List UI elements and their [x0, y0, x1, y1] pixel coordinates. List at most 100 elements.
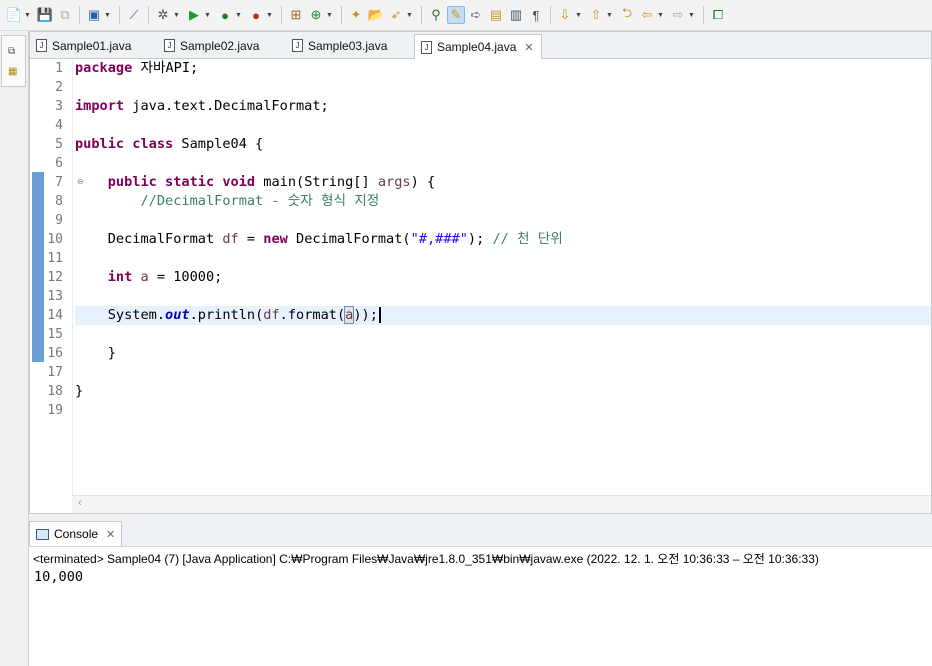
variable: a	[140, 269, 149, 285]
toolbar-separator	[341, 6, 342, 24]
tab-sample01[interactable]: J Sample01.java	[30, 34, 158, 57]
keyword: public	[75, 136, 125, 152]
keyword: int	[107, 269, 133, 285]
previous-annotation-icon[interactable]: ⇧	[587, 6, 605, 24]
line-number: 13	[47, 289, 63, 304]
close-icon[interactable]: ✕	[524, 41, 533, 54]
annotation-icon[interactable]: ⚲	[427, 6, 445, 24]
keyword: import	[75, 98, 125, 114]
skip-breakpoints-icon[interactable]: ⟋	[125, 6, 143, 24]
terminal-icon[interactable]: ▣	[85, 6, 103, 24]
new-java-class-icon[interactable]: ⊕	[307, 6, 325, 24]
toolbar-separator	[421, 6, 422, 24]
line-number-gutter: 1 2 3 4 5 6 7 8 9 10 11 12 13 14 15 16 1…	[44, 59, 84, 497]
next-annotation-icon[interactable]: ⇩	[556, 6, 574, 24]
tab-console[interactable]: Console ✕	[29, 521, 123, 546]
method-range-indicator	[32, 172, 44, 362]
main-toolbar: 📄 ▼ 💾 ⧉ ▣ ▼ ⟋ ✲ ▼ ▶ ▼ ● ▼ ● ▼ ⊞ ⊕ ▼ ✦ 📂 ➶ ▼ ⚲ ✎ …	[0, 0, 932, 31]
code-line-10: DecimalFormat df = new DecimalFormat("#,…	[75, 230, 931, 249]
code-line-7: public static void main(String[] args) {	[75, 173, 931, 192]
code-text: Sample04 {	[173, 136, 264, 152]
next-annotation-dropdown[interactable]: ▼	[575, 12, 583, 19]
code-line-14-current: System.out.println(df.format(a));	[75, 306, 931, 325]
coverage-icon[interactable]: ●	[216, 6, 234, 24]
console-icon	[36, 528, 49, 540]
open-task-icon[interactable]: 📂	[367, 6, 385, 24]
new-class-dropdown[interactable]: ▼	[326, 12, 334, 19]
back-dropdown[interactable]: ▼	[657, 12, 665, 19]
new-icon[interactable]: 📄	[5, 6, 23, 24]
save-all-icon[interactable]: ⧉	[56, 6, 74, 24]
code-text: }	[75, 383, 84, 399]
debug-icon[interactable]: ✲	[154, 6, 172, 24]
tab-label: Sample03.java	[308, 38, 388, 53]
new-java-package-icon[interactable]: ⊞	[287, 6, 305, 24]
line-number: 17	[47, 365, 63, 380]
forward-icon[interactable]: ⇨	[669, 6, 687, 24]
tab-label: Sample01.java	[52, 38, 132, 53]
coverage-dropdown[interactable]: ▼	[235, 12, 243, 19]
code-text: java.text.DecimalFormat;	[124, 98, 329, 114]
keyword: void	[222, 174, 256, 190]
toggle-mark-occurrences-icon[interactable]: ✎	[447, 6, 465, 24]
code-line-3: import java.text.DecimalFormat;	[75, 97, 931, 116]
highlight-icon[interactable]: ➪	[467, 6, 485, 24]
java-file-icon: J	[421, 40, 432, 54]
search-icon[interactable]: ➶	[387, 6, 405, 24]
line-number: 5	[55, 137, 63, 152]
toggle-block-selection-icon[interactable]: ▥	[507, 6, 525, 24]
terminal-dropdown[interactable]: ▼	[104, 12, 112, 19]
code-area[interactable]: 1 2 3 4 5 6 7 8 9 10 11 12 13 14 15 16 1…	[30, 59, 931, 497]
code-line-8: //DecimalFormat - 숫자 형식 지정	[75, 192, 931, 211]
scroll-left-icon[interactable]: ‹	[78, 497, 82, 509]
left-trim-stack: ⧉ ▦	[0, 31, 29, 666]
run-dropdown[interactable]: ▼	[204, 12, 212, 19]
search-dropdown[interactable]: ▼	[406, 12, 414, 19]
toolbar-separator	[703, 6, 704, 24]
external-tools-dropdown[interactable]: ▼	[266, 12, 274, 19]
keyword: public	[107, 174, 157, 190]
java-editor: J Sample01.java J Sample02.java J Sample03.…	[29, 31, 932, 514]
code-text: main(String[]	[255, 174, 378, 190]
package-explorer-icon[interactable]: ▦	[8, 66, 17, 77]
variable: df	[263, 307, 280, 323]
java-file-icon: J	[164, 39, 175, 52]
line-number: 14	[47, 308, 63, 323]
code-text: .format(	[279, 307, 346, 323]
external-tools-icon[interactable]: ●	[247, 6, 265, 24]
restore-icon[interactable]: ⧉	[8, 46, 15, 57]
tab-sample04[interactable]: J Sample04.java ✕	[414, 34, 542, 59]
tab-sample02[interactable]: J Sample02.java	[158, 34, 286, 57]
console-tab-label: Console	[54, 527, 99, 541]
tab-sample03[interactable]: J Sample03.java	[286, 34, 414, 57]
open-type-icon[interactable]: ✦	[347, 6, 365, 24]
comment: // 천 단위	[492, 231, 563, 247]
variable: df	[222, 231, 239, 247]
horizontal-scrollbar[interactable]: ‹	[72, 495, 931, 513]
close-icon[interactable]: ✕	[106, 528, 115, 541]
code-text: }	[107, 345, 116, 361]
code-line-5: public class Sample04 {	[75, 135, 931, 154]
new-dropdown[interactable]: ▼	[24, 12, 32, 19]
save-icon[interactable]: 💾	[36, 6, 54, 24]
last-edit-location-icon[interactable]: ⮌	[618, 5, 636, 24]
java-editor-icon[interactable]: ▤	[487, 6, 505, 24]
run-icon[interactable]: ▶	[185, 6, 203, 24]
toolbar-separator	[148, 6, 149, 24]
open-perspective-icon[interactable]: ⧠	[709, 6, 727, 24]
line-number: 15	[47, 327, 63, 342]
console-output[interactable]: 10,000	[34, 569, 83, 585]
debug-dropdown[interactable]: ▼	[173, 12, 181, 19]
line-number: 7	[55, 175, 63, 190]
previous-annotation-dropdown[interactable]: ▼	[606, 12, 614, 19]
minimized-view-stack: ⧉ ▦	[1, 35, 26, 87]
show-whitespace-icon[interactable]: ¶	[527, 6, 545, 24]
string-literal: "#,###"	[410, 231, 468, 247]
code-line-1: package 자바API;	[75, 59, 931, 78]
line-number: 4	[55, 118, 63, 133]
forward-dropdown[interactable]: ▼	[688, 12, 696, 19]
console-status: <terminated> Sample04 (7) [Java Applicat…	[33, 552, 819, 566]
back-icon[interactable]: ⇦	[638, 6, 656, 24]
java-file-icon: J	[36, 39, 47, 52]
